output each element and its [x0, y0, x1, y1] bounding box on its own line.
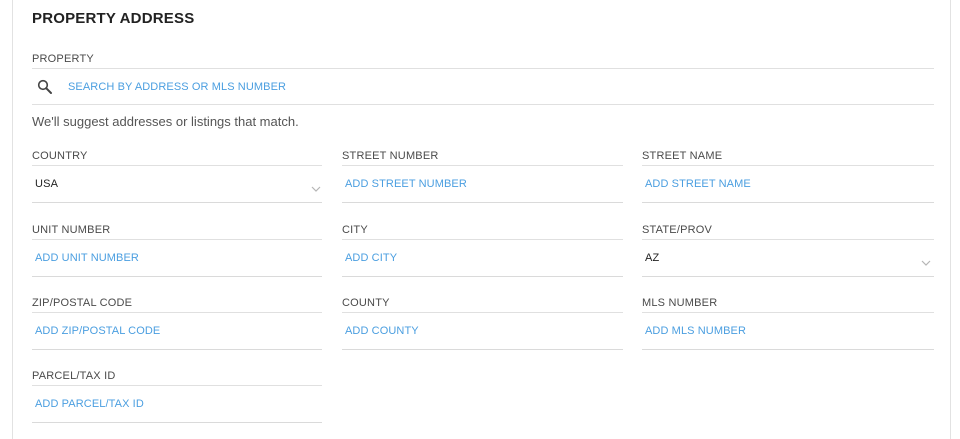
field-divider [32, 202, 322, 203]
field-divider [342, 349, 623, 350]
state-prov-field[interactable]: STATE/PROV AZ [642, 224, 934, 278]
field-divider [32, 385, 322, 386]
county-label: COUNTY [342, 297, 390, 309]
field-divider [32, 165, 322, 166]
state-prov-select-value[interactable]: AZ [645, 252, 659, 264]
parcel-tax-id-input[interactable] [32, 393, 322, 415]
mls-number-field: MLS NUMBER [642, 297, 934, 351]
field-divider [342, 202, 623, 203]
parcel-tax-id-label: PARCEL/TAX ID [32, 370, 116, 382]
panel-border-left [12, 0, 13, 439]
field-divider [32, 349, 322, 350]
field-divider [642, 239, 934, 240]
parcel-tax-id-field: PARCEL/TAX ID [32, 370, 322, 424]
field-divider [342, 312, 623, 313]
country-select-value[interactable]: USA [35, 178, 58, 190]
chevron-down-icon[interactable] [311, 180, 321, 192]
search-icon[interactable] [37, 79, 53, 95]
chevron-down-icon[interactable] [921, 254, 931, 266]
field-divider [32, 276, 322, 277]
country-field[interactable]: COUNTRY USA [32, 150, 322, 204]
mls-number-label: MLS NUMBER [642, 297, 718, 309]
field-divider [342, 276, 623, 277]
property-divider-top [32, 68, 934, 69]
zip-input[interactable] [32, 320, 322, 342]
field-divider [342, 165, 623, 166]
street-number-input[interactable] [342, 173, 623, 195]
zip-field: ZIP/POSTAL CODE [32, 297, 322, 351]
property-hint-text: We'll suggest addresses or listings that… [32, 114, 299, 129]
street-name-field: STREET NAME [642, 150, 934, 204]
street-number-field: STREET NUMBER [342, 150, 623, 204]
mls-number-input[interactable] [642, 320, 934, 342]
field-divider [642, 276, 934, 277]
property-search-input[interactable] [64, 77, 924, 97]
unit-number-field: UNIT NUMBER [32, 224, 322, 278]
property-divider-bottom [32, 104, 934, 105]
field-divider [32, 312, 322, 313]
street-number-label: STREET NUMBER [342, 150, 439, 162]
street-name-label: STREET NAME [642, 150, 723, 162]
field-divider [342, 239, 623, 240]
field-divider [32, 239, 322, 240]
city-label: CITY [342, 224, 368, 236]
state-prov-label: STATE/PROV [642, 224, 713, 236]
unit-number-label: UNIT NUMBER [32, 224, 111, 236]
property-label: PROPERTY [32, 53, 94, 65]
country-label: COUNTRY [32, 150, 88, 162]
county-field: COUNTY [342, 297, 623, 351]
unit-number-input[interactable] [32, 247, 322, 269]
field-divider [642, 312, 934, 313]
city-field: CITY [342, 224, 623, 278]
zip-label: ZIP/POSTAL CODE [32, 297, 133, 309]
field-divider [642, 349, 934, 350]
field-divider [642, 202, 934, 203]
county-input[interactable] [342, 320, 623, 342]
panel-border-right [950, 0, 951, 439]
field-divider [32, 422, 322, 423]
city-input[interactable] [342, 247, 623, 269]
street-name-input[interactable] [642, 173, 934, 195]
field-divider [642, 165, 934, 166]
section-title: PROPERTY ADDRESS [32, 10, 195, 27]
